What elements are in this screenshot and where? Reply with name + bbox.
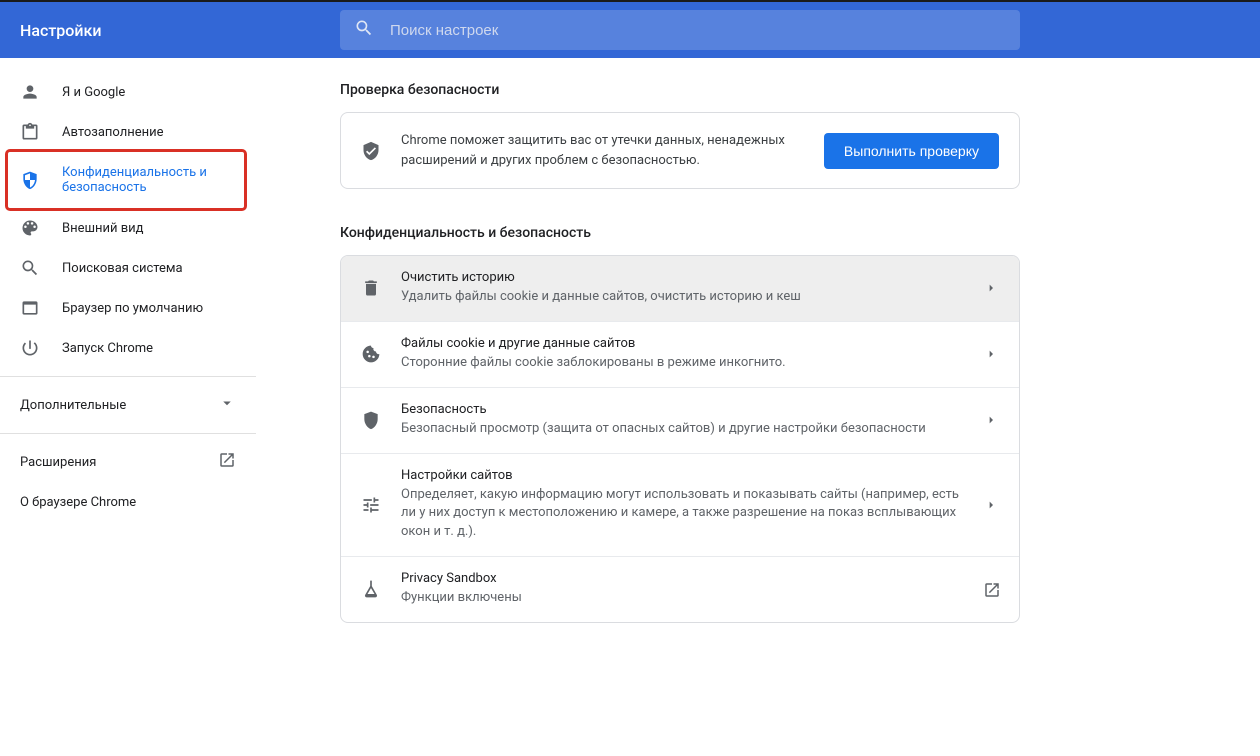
row-subtitle: Определяет, какую информацию могут испол… (401, 486, 971, 543)
settings-search[interactable] (340, 10, 1020, 50)
flask-icon (361, 579, 381, 599)
shield-icon (361, 410, 381, 430)
trash-icon (361, 278, 381, 298)
row-subtitle: Безопасный просмотр (защита от опасных с… (401, 420, 971, 439)
row-subtitle: Функции включены (401, 589, 971, 608)
palette-icon (20, 218, 40, 238)
row-site-settings[interactable]: Настройки сайтов Определяет, какую инфор… (341, 453, 1019, 557)
chevron-right-icon (983, 280, 999, 296)
open-external-icon (218, 451, 236, 473)
row-body: Очистить историю Удалить файлы cookie и … (401, 270, 983, 307)
sidebar-about-link[interactable]: О браузере Chrome (0, 482, 256, 522)
row-subtitle: Удалить файлы cookie и данные сайтов, оч… (401, 288, 971, 307)
sidebar-item-me-google[interactable]: Я и Google (0, 72, 244, 112)
sidebar-divider (0, 376, 256, 377)
sidebar-extensions-link[interactable]: Расширения (0, 442, 256, 482)
power-icon (20, 338, 40, 358)
row-body: Настройки сайтов Определяет, какую инфор… (401, 468, 983, 543)
safety-check-card: Chrome поможет защитить вас от утечки да… (340, 112, 1020, 189)
content-area: Проверка безопасности Chrome поможет защ… (256, 58, 1260, 756)
sidebar-item-label: Запуск Chrome (62, 341, 153, 356)
privacy-list-card: Очистить историю Удалить файлы cookie и … (340, 255, 1020, 623)
row-title: Файлы cookie и другие данные сайтов (401, 336, 971, 351)
search-icon (20, 258, 40, 278)
search-input[interactable] (390, 22, 1006, 39)
sidebar-item-label: Я и Google (62, 85, 125, 100)
sidebar-item-label: Конфиденциальность и безопасность (62, 165, 224, 195)
sidebar-item-label: Внешний вид (62, 221, 144, 236)
row-subtitle: Сторонние файлы cookie заблокированы в р… (401, 354, 971, 373)
row-title: Очистить историю (401, 270, 971, 285)
clipboard-icon (20, 122, 40, 142)
row-body: Файлы cookie и другие данные сайтов Стор… (401, 336, 983, 373)
safety-check-description: Chrome поможет защитить вас от утечки да… (401, 131, 824, 170)
run-safety-check-button[interactable]: Выполнить проверку (824, 133, 999, 169)
sidebar: Я и Google Автозаполнение Конфиденциальн… (0, 58, 256, 756)
sidebar-item-label: Поисковая система (62, 261, 183, 276)
about-label: О браузере Chrome (20, 495, 136, 510)
chevron-right-icon (983, 412, 999, 428)
layout: Я и Google Автозаполнение Конфиденциальн… (0, 58, 1260, 756)
row-body: Безопасность Безопасный просмотр (защита… (401, 402, 983, 439)
sidebar-item-startup[interactable]: Запуск Chrome (0, 328, 244, 368)
safety-check-heading: Проверка безопасности (340, 82, 1240, 98)
open-external-icon (983, 581, 999, 597)
sidebar-item-search-engine[interactable]: Поисковая система (0, 248, 244, 288)
search-icon (354, 18, 374, 42)
person-icon (20, 82, 40, 102)
verified-shield-icon (361, 141, 381, 161)
sidebar-item-appearance[interactable]: Внешний вид (0, 208, 244, 248)
privacy-section-heading: Конфиденциальность и безопасность (340, 225, 1240, 241)
cookie-icon (361, 344, 381, 364)
browser-window-icon (20, 298, 40, 318)
app-title: Настройки (20, 21, 340, 40)
tuner-icon (361, 495, 381, 515)
safety-check-row: Chrome поможет защитить вас от утечки да… (341, 113, 1019, 188)
row-body: Privacy Sandbox Функции включены (401, 571, 983, 608)
sidebar-divider (0, 433, 256, 434)
row-clear-browsing-data[interactable]: Очистить историю Удалить файлы cookie и … (341, 256, 1019, 321)
row-title: Настройки сайтов (401, 468, 971, 483)
row-title: Privacy Sandbox (401, 571, 971, 586)
sidebar-advanced-toggle[interactable]: Дополнительные (0, 385, 256, 425)
chevron-down-icon (218, 394, 236, 416)
row-title: Безопасность (401, 402, 971, 417)
extensions-label: Расширения (20, 455, 96, 470)
sidebar-item-label: Автозаполнение (62, 125, 164, 140)
sidebar-item-autofill[interactable]: Автозаполнение (0, 112, 244, 152)
app-header: Настройки (0, 2, 1260, 58)
shield-icon (20, 170, 40, 190)
row-security[interactable]: Безопасность Безопасный просмотр (защита… (341, 387, 1019, 453)
advanced-label: Дополнительные (20, 398, 126, 413)
sidebar-item-default-browser[interactable]: Браузер по умолчанию (0, 288, 244, 328)
row-cookies[interactable]: Файлы cookie и другие данные сайтов Стор… (341, 321, 1019, 387)
chevron-right-icon (983, 497, 999, 513)
row-privacy-sandbox[interactable]: Privacy Sandbox Функции включены (341, 556, 1019, 622)
sidebar-item-label: Браузер по умолчанию (62, 301, 203, 316)
sidebar-item-privacy[interactable]: Конфиденциальность и безопасность (8, 152, 244, 208)
chevron-right-icon (983, 346, 999, 362)
